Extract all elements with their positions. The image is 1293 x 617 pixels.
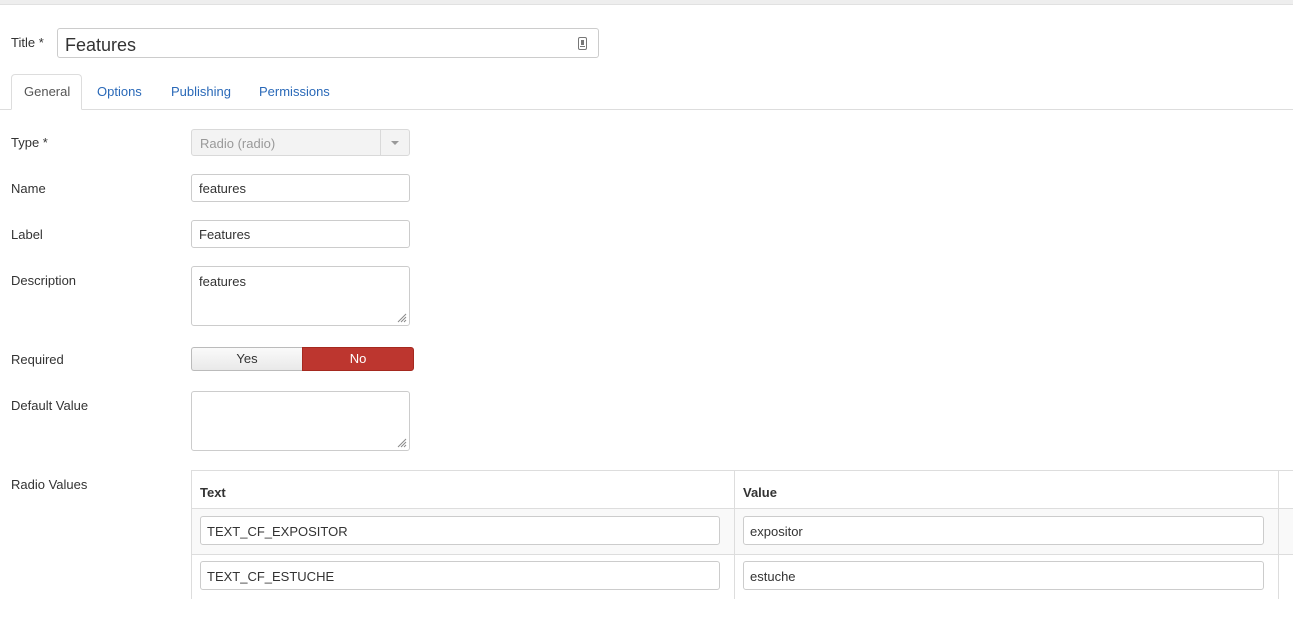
header-divider [192, 508, 1293, 509]
resize-grip-icon[interactable] [397, 438, 407, 448]
tab-general[interactable]: General [11, 74, 82, 110]
required-yes-button[interactable]: Yes [191, 347, 302, 371]
row-2-value-input[interactable]: estuche [743, 561, 1264, 590]
title-label: Title * [11, 35, 44, 50]
lock-icon[interactable] [578, 37, 587, 50]
name-input-value: features [199, 181, 246, 196]
column-header-text: Text [200, 485, 226, 500]
chevron-down-icon [391, 141, 399, 145]
required-label: Required [11, 352, 64, 367]
type-label: Type * [11, 135, 48, 150]
description-textarea-value: features [199, 274, 246, 289]
title-input-value: Features [65, 35, 137, 55]
column-header-value: Value [743, 485, 777, 500]
column-divider [1278, 471, 1279, 599]
row-1-value-value: expositor [750, 524, 803, 539]
title-input[interactable]: Features [57, 28, 599, 58]
name-input[interactable]: features [191, 174, 410, 202]
type-select-value: Radio (radio) [200, 136, 276, 151]
default-value-textarea[interactable] [191, 391, 410, 451]
label-label: Label [11, 227, 43, 242]
tab-options[interactable]: Options [85, 74, 154, 110]
row-divider [192, 554, 1293, 555]
row-1-text-input[interactable]: TEXT_CF_EXPOSITOR [200, 516, 720, 545]
description-textarea[interactable]: features [191, 266, 410, 326]
type-select[interactable]: Radio (radio) [191, 129, 410, 156]
label-input-value: Features [199, 227, 251, 242]
row-2-value-value: estuche [750, 569, 796, 584]
default-value-label: Default Value [11, 398, 89, 413]
row-2-text-input[interactable]: TEXT_CF_ESTUCHE [200, 561, 720, 590]
tab-bar: General Options Publishing Permissions [0, 74, 1293, 110]
tab-publishing[interactable]: Publishing [159, 74, 243, 110]
column-divider [734, 471, 735, 599]
row-1-value-input[interactable]: expositor [743, 516, 1264, 545]
label-input[interactable]: Features [191, 220, 410, 248]
row-2-text-value: TEXT_CF_ESTUCHE [207, 569, 335, 584]
tab-permissions[interactable]: Permissions [247, 74, 342, 110]
top-toolbar-edge [0, 0, 1293, 5]
name-label: Name [11, 181, 46, 196]
type-select-toggle[interactable] [380, 130, 409, 155]
required-no-button[interactable]: No [302, 347, 414, 371]
required-toggle: Yes No [191, 347, 414, 371]
radio-values-label: Radio Values [11, 477, 88, 492]
radio-values-table: Text Value TEXT_CF_EXPOSITOR expositor T… [191, 470, 1293, 599]
row-1-text-value: TEXT_CF_EXPOSITOR [207, 524, 348, 539]
resize-grip-icon[interactable] [397, 313, 407, 323]
description-label: Description [11, 273, 77, 288]
